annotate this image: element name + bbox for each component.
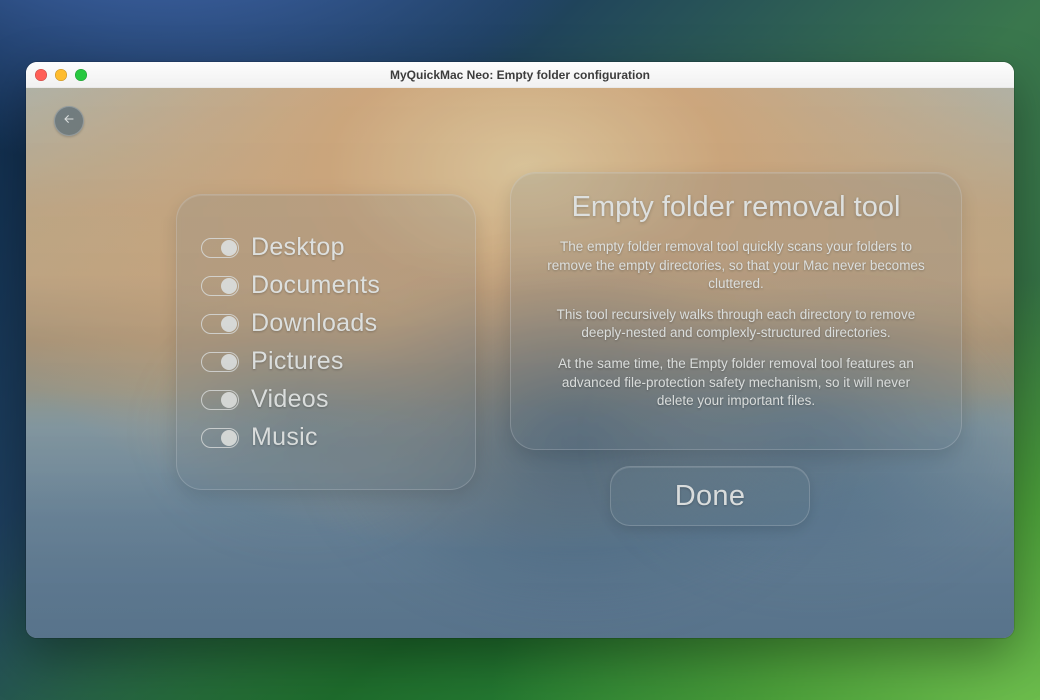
toggle-switch[interactable] [201, 428, 239, 448]
info-paragraph: This tool recursively walks through each… [537, 306, 935, 342]
window-content: Desktop Documents Downloads Pictures Vid… [26, 88, 1014, 638]
back-button[interactable] [54, 106, 84, 136]
folder-label: Music [251, 423, 318, 452]
folder-label: Videos [251, 385, 329, 414]
maximize-icon[interactable] [75, 69, 87, 81]
desktop-wallpaper: MyQuickMac Neo: Empty folder configurati… [0, 0, 1040, 700]
info-panel: Empty folder removal tool The empty fold… [510, 172, 962, 450]
toggle-switch[interactable] [201, 276, 239, 296]
done-button[interactable]: Done [610, 466, 810, 526]
folder-toggle-desktop: Desktop [201, 233, 455, 262]
toggle-switch[interactable] [201, 352, 239, 372]
folder-label: Pictures [251, 347, 344, 376]
info-title: Empty folder removal tool [537, 191, 935, 224]
toggle-switch[interactable] [201, 390, 239, 410]
info-paragraph: At the same time, the Empty folder remov… [537, 355, 935, 410]
folder-toggle-documents: Documents [201, 271, 455, 300]
app-window: MyQuickMac Neo: Empty folder configurati… [26, 62, 1014, 638]
folder-toggle-music: Music [201, 423, 455, 452]
folder-label: Downloads [251, 309, 377, 338]
folder-toggle-videos: Videos [201, 385, 455, 414]
arrow-left-icon [61, 111, 77, 132]
close-icon[interactable] [35, 69, 47, 81]
minimize-icon[interactable] [55, 69, 67, 81]
toggle-switch[interactable] [201, 238, 239, 258]
info-paragraph: The empty folder removal tool quickly sc… [537, 238, 935, 293]
folder-toggle-pictures: Pictures [201, 347, 455, 376]
folder-label: Documents [251, 271, 380, 300]
folder-toggle-downloads: Downloads [201, 309, 455, 338]
done-button-label: Done [675, 480, 746, 513]
window-title: MyQuickMac Neo: Empty folder configurati… [390, 68, 650, 82]
folder-label: Desktop [251, 233, 345, 262]
window-titlebar: MyQuickMac Neo: Empty folder configurati… [26, 62, 1014, 88]
window-traffic-lights [35, 69, 87, 81]
toggle-switch[interactable] [201, 314, 239, 334]
folder-toggle-panel: Desktop Documents Downloads Pictures Vid… [176, 194, 476, 490]
